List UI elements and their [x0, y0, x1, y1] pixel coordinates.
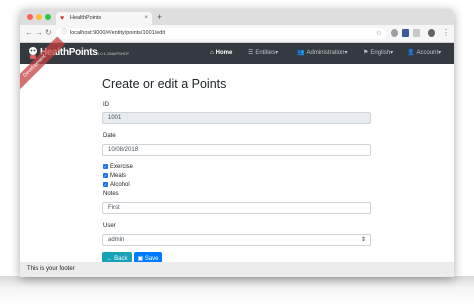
browser-window: ♥ HealthPoints × + ← → ↻ ⓘ localhost:900… — [20, 9, 454, 277]
maximize-window-button[interactable] — [45, 14, 51, 20]
notes-label: Notes — [103, 191, 119, 197]
user-select-value: admin — [108, 237, 125, 243]
user-icon: 👤 — [407, 50, 415, 56]
tab-close-icon[interactable]: × — [144, 14, 148, 23]
heart-icon: ♥ — [60, 15, 65, 22]
reload-icon[interactable]: ↻ — [45, 28, 52, 38]
date-field[interactable]: 10/08/2018 — [102, 144, 371, 156]
caret-down-icon: ▾ — [438, 50, 442, 56]
tab-strip: ♥ HealthPoints × + — [20, 9, 454, 25]
bookmark-star-icon[interactable]: ☆ — [376, 29, 382, 38]
info-icon: ⓘ — [61, 30, 68, 36]
exercise-label: Exercise — [110, 164, 134, 170]
nav-home-label: Home — [215, 50, 233, 56]
flag-icon: ⚑ — [363, 50, 369, 56]
extension-icon[interactable] — [402, 29, 409, 37]
select-arrows-icon: ⇕ — [360, 237, 366, 243]
profile-avatar-icon[interactable] — [428, 29, 435, 37]
nav-entities-label: Entities — [255, 50, 276, 56]
list-icon: ☰ — [248, 50, 254, 56]
nav-language-label: English — [370, 50, 391, 56]
id-label: ID — [103, 102, 109, 108]
date-label: Date — [103, 133, 116, 139]
user-label: User — [103, 223, 116, 229]
nav-administration[interactable]: 👥 Administration▾ — [297, 49, 348, 58]
main-content: Create or edit a Points ID 1001 Date 10/… — [20, 64, 454, 266]
page-title: Create or edit a Points — [102, 77, 227, 91]
nav-entities[interactable]: ☰ Entities▾ — [248, 49, 278, 58]
menu-dots-icon[interactable]: ⋮ — [442, 28, 450, 38]
back-arrow-icon[interactable]: ← — [25, 28, 33, 38]
footer-text: This is your footer — [27, 266, 75, 272]
nav-account-label: Account — [416, 50, 439, 56]
nav-language[interactable]: ⚑ English▾ — [363, 49, 393, 58]
extension-icon[interactable] — [413, 29, 420, 37]
alcohol-checkbox[interactable]: ✓ Alcohol — [103, 181, 130, 189]
users-icon: 👥 — [297, 50, 305, 56]
notes-field[interactable]: First — [102, 202, 371, 214]
tab-title: HealthPoints — [70, 15, 102, 21]
close-window-button[interactable] — [27, 14, 33, 20]
nav-administration-label: Administration — [306, 50, 345, 56]
alcohol-label: Alcohol — [110, 182, 130, 188]
user-select[interactable]: admin ⇕ — [102, 234, 371, 246]
meals-checkbox[interactable]: ✓ Meals — [103, 172, 126, 180]
meals-label: Meals — [110, 173, 127, 179]
caret-down-icon: ▾ — [344, 50, 348, 56]
page-footer: This is your footer — [20, 262, 454, 277]
exercise-checkbox[interactable]: ✓ Exercise — [103, 163, 133, 171]
minimize-window-button[interactable] — [36, 14, 42, 20]
nav-account[interactable]: 👤 Account▾ — [407, 49, 441, 58]
browser-tab[interactable]: ♥ HealthPoints × — [56, 12, 152, 25]
home-icon: ⌂ — [210, 50, 214, 56]
version-label: 0.0.1-SNAPSHOT — [97, 51, 130, 56]
caret-down-icon: ▾ — [390, 50, 394, 56]
url-text: localhost:9000/#/entity/points/1001/edit — [70, 30, 166, 36]
browser-toolbar: ← → ↻ ⓘ localhost:9000/#/entity/points/1… — [20, 25, 454, 43]
address-bar[interactable]: ⓘ localhost:9000/#/entity/points/1001/ed… — [56, 28, 386, 39]
id-field: 1001 — [102, 112, 371, 124]
checkmark-icon: ✓ — [103, 181, 108, 187]
new-tab-button[interactable]: + — [157, 12, 162, 22]
checkmark-icon: ✓ — [103, 172, 108, 178]
checkmark-icon: ✓ — [103, 163, 108, 169]
extension-icon[interactable] — [391, 29, 398, 37]
window-shadow — [0, 276, 474, 305]
forward-arrow-icon[interactable]: → — [35, 28, 43, 38]
nav-home[interactable]: ⌂ Home — [210, 49, 232, 58]
app-navbar: HealthPoints 0.0.1-SNAPSHOT ⌂ Home ☰ Entit… — [20, 43, 454, 64]
caret-down-icon: ▾ — [275, 50, 279, 56]
